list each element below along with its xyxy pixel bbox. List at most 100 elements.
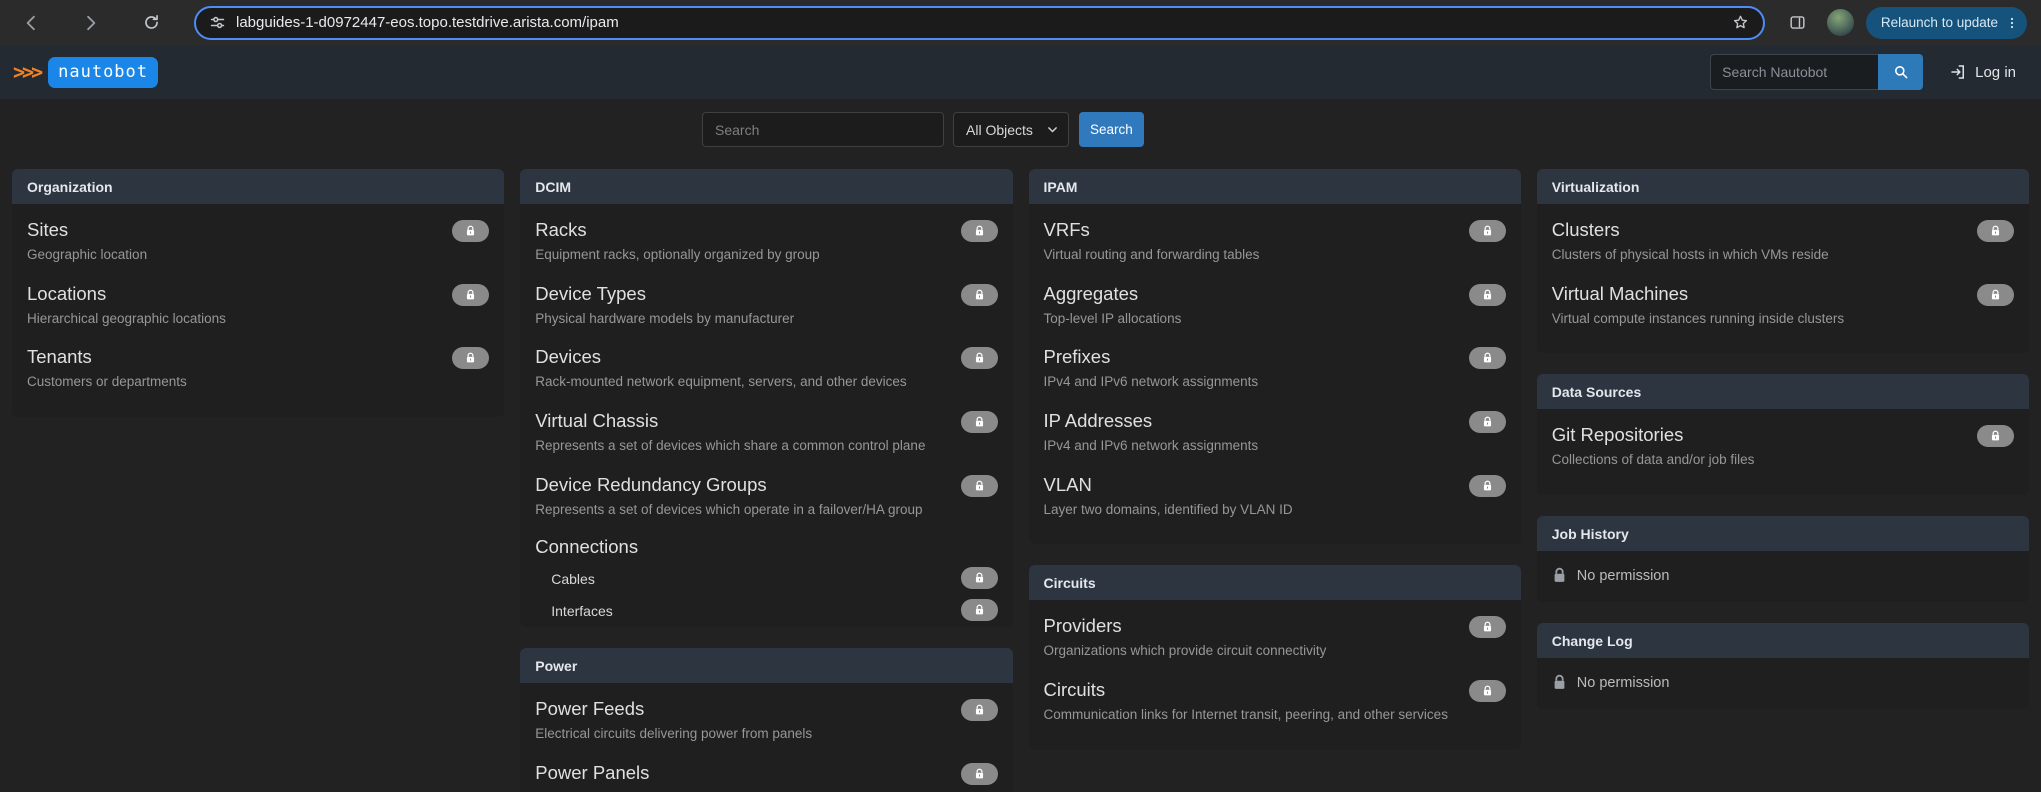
item-link-devices[interactable]: Devices xyxy=(535,345,601,368)
item-link-clusters[interactable]: Clusters xyxy=(1552,218,1620,241)
relaunch-to-update-button[interactable]: Relaunch to update xyxy=(1866,7,2027,39)
panel-header-change-log: Change Log xyxy=(1537,623,2029,658)
item-link-providers[interactable]: Providers xyxy=(1044,614,1122,637)
side-panel-icon xyxy=(1788,13,1807,32)
chevron-down-icon xyxy=(1046,123,1059,136)
list-item: Providers Organizations which provide ci… xyxy=(1044,614,1506,660)
lock-icon xyxy=(1469,347,1506,369)
item-description: Rack-mounted network equipment, servers,… xyxy=(535,373,951,391)
lock-icon xyxy=(961,347,998,369)
side-panel-button[interactable] xyxy=(1781,6,1815,40)
panel-job-history: Job History No permission xyxy=(1537,516,2029,602)
item-link-interfaces[interactable]: Interfaces xyxy=(551,603,612,619)
item-link-virtual-machines[interactable]: Virtual Machines xyxy=(1552,282,1688,305)
item-link-circuits[interactable]: Circuits xyxy=(1044,678,1106,701)
panel-ipam: IPAM VRFs Virtual routing and forwarding… xyxy=(1029,169,1521,544)
item-description: Geographic location xyxy=(27,246,443,264)
reload-button[interactable] xyxy=(134,6,168,40)
group-heading-connections: Connections xyxy=(535,536,997,558)
item-link-power-feeds[interactable]: Power Feeds xyxy=(535,697,644,720)
relaunch-label: Relaunch to update xyxy=(1881,15,1998,30)
lock-icon xyxy=(961,599,998,621)
item-link-racks[interactable]: Racks xyxy=(535,218,586,241)
item-description: Represents a set of devices which share … xyxy=(535,437,951,455)
profile-avatar[interactable] xyxy=(1827,9,1854,36)
logo-chevrons-icon: >>> xyxy=(13,60,40,84)
browser-toolbar: labguides-1-d0972447-eos.topo.testdrive.… xyxy=(0,0,2041,45)
logo-wordmark: nautobot xyxy=(48,57,158,88)
panel-change-log: Change Log No permission xyxy=(1537,623,2029,709)
menu-dots-icon xyxy=(2004,15,2020,31)
item-link-vlan[interactable]: VLAN xyxy=(1044,473,1092,496)
item-link-locations[interactable]: Locations xyxy=(27,282,106,305)
list-item: Git Repositories Collections of data and… xyxy=(1552,423,2014,469)
item-link-sites[interactable]: Sites xyxy=(27,218,68,241)
item-description: Electrical circuits delivering power fro… xyxy=(535,725,951,743)
item-link-ip-addresses[interactable]: IP Addresses xyxy=(1044,409,1153,432)
lock-icon xyxy=(1977,220,2014,242)
column-virtualization-extras: Virtualization Clusters Clusters of phys… xyxy=(1537,169,2029,730)
navbar-search-input[interactable] xyxy=(1710,54,1878,90)
item-description: Communication links for Internet transit… xyxy=(1044,706,1460,724)
panel-header-data-sources: Data Sources xyxy=(1537,374,2029,409)
no-permission-row: No permission xyxy=(1537,658,2029,709)
item-link-device-redundancy-groups[interactable]: Device Redundancy Groups xyxy=(535,473,766,496)
url-text: labguides-1-d0972447-eos.topo.testdrive.… xyxy=(236,14,619,31)
login-link[interactable]: Log in xyxy=(1949,63,2016,81)
item-link-tenants[interactable]: Tenants xyxy=(27,345,92,368)
panel-header-power: Power xyxy=(520,648,1012,683)
item-link-prefixes[interactable]: Prefixes xyxy=(1044,345,1111,368)
list-item: Sites Geographic location xyxy=(27,218,489,264)
list-item: Clusters Clusters of physical hosts in w… xyxy=(1552,218,2014,264)
lock-icon xyxy=(1469,475,1506,497)
app-navbar: >>> nautobot Log in xyxy=(0,45,2041,99)
panel-data-sources: Data Sources Git Repositories Collection… xyxy=(1537,374,2029,495)
list-item: Tenants Customers or departments xyxy=(27,345,489,391)
item-link-device-types[interactable]: Device Types xyxy=(535,282,646,305)
lock-icon xyxy=(1469,220,1506,242)
item-link-power-panels[interactable]: Power Panels xyxy=(535,761,649,784)
bookmark-star-icon[interactable] xyxy=(1731,13,1750,32)
panel-circuits: Circuits Providers Organizations which p… xyxy=(1029,565,1521,749)
object-type-value: All Objects xyxy=(966,122,1046,138)
item-link-aggregates[interactable]: Aggregates xyxy=(1044,282,1139,305)
global-search-row: All Objects Search xyxy=(702,112,1144,147)
lock-icon xyxy=(1552,674,1567,691)
lock-icon xyxy=(961,699,998,721)
lock-icon xyxy=(961,284,998,306)
object-type-select[interactable]: All Objects xyxy=(953,112,1069,147)
item-link-vrfs[interactable]: VRFs xyxy=(1044,218,1090,241)
list-item: Virtual Machines Virtual compute instanc… xyxy=(1552,282,2014,328)
item-link-virtual-chassis[interactable]: Virtual Chassis xyxy=(535,409,658,432)
lock-icon xyxy=(961,475,998,497)
navbar-search-button[interactable] xyxy=(1878,54,1923,90)
address-bar[interactable]: labguides-1-d0972447-eos.topo.testdrive.… xyxy=(194,6,1765,40)
item-link-cables[interactable]: Cables xyxy=(551,571,595,587)
no-permission-label: No permission xyxy=(1577,568,1670,584)
login-icon xyxy=(1949,63,1967,81)
lock-icon xyxy=(961,763,998,785)
site-settings-icon[interactable] xyxy=(209,14,226,31)
nautobot-logo[interactable]: >>> nautobot xyxy=(13,57,158,88)
navbar-right: Log in xyxy=(1710,54,2028,90)
search-input[interactable] xyxy=(702,112,944,147)
column-dcim-power: DCIM Racks Equipment racks, optionally o… xyxy=(520,169,1012,792)
panel-header-virtualization: Virtualization xyxy=(1537,169,2029,204)
list-item: VLAN Layer two domains, identified by VL… xyxy=(1044,473,1506,519)
item-description: Top-level IP allocations xyxy=(1044,310,1460,328)
forward-arrow-icon xyxy=(81,13,101,33)
forward-button[interactable] xyxy=(74,6,108,40)
panel-header-dcim: DCIM xyxy=(520,169,1012,204)
screen: labguides-1-d0972447-eos.topo.testdrive.… xyxy=(0,0,2041,792)
back-button[interactable] xyxy=(14,6,48,40)
item-description: Clusters of physical hosts in which VMs … xyxy=(1552,246,1968,264)
lock-icon xyxy=(961,411,998,433)
lock-icon xyxy=(452,347,489,369)
no-permission-label: No permission xyxy=(1577,675,1670,691)
lock-icon xyxy=(1469,616,1506,638)
reload-icon xyxy=(142,13,161,32)
item-link-git-repositories[interactable]: Git Repositories xyxy=(1552,423,1684,446)
search-button[interactable]: Search xyxy=(1079,112,1144,147)
item-description: Organizations which provide circuit conn… xyxy=(1044,642,1460,660)
item-description: Virtual routing and forwarding tables xyxy=(1044,246,1460,264)
